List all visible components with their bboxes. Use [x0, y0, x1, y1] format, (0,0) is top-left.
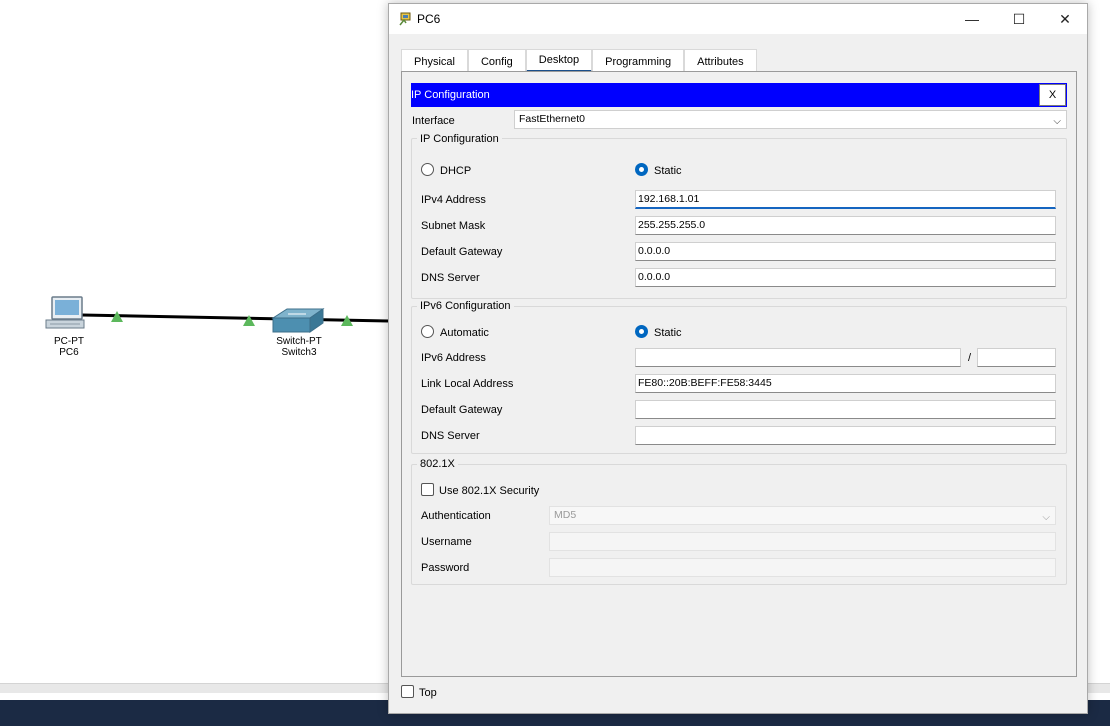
- use-8021x-label: Use 802.1X Security: [439, 485, 540, 497]
- title-bar[interactable]: PC6 — ☐ ✕: [389, 4, 1087, 34]
- password-label: Password: [421, 562, 470, 574]
- password-input[interactable]: [549, 558, 1056, 577]
- authentication-label: Authentication: [421, 510, 491, 522]
- desktop-panel: IP Configuration X Interface FastEtherne…: [401, 71, 1077, 677]
- link-local-input[interactable]: FE80::20B:BEFF:FE58:3445: [635, 374, 1056, 393]
- use-8021x-checkbox[interactable]: [421, 483, 434, 496]
- dhcp-radio[interactable]: [421, 163, 434, 176]
- pc6-window: PC6 — ☐ ✕ Physical Config Desktop Progra…: [388, 3, 1088, 714]
- ipv6-static-label: Static: [654, 327, 682, 339]
- link-local-label: Link Local Address: [421, 378, 514, 390]
- interface-value: FastEthernet0: [519, 113, 585, 125]
- ipv6-gateway-label: Default Gateway: [421, 404, 503, 416]
- chevron-down-icon: ⌵: [1053, 116, 1061, 127]
- ip-config-close-button[interactable]: X: [1039, 84, 1066, 106]
- interface-select[interactable]: FastEthernet0 ⌵: [514, 110, 1067, 129]
- subnet-mask-input[interactable]: 255.255.255.0: [635, 216, 1056, 235]
- dhcp-label: DHCP: [440, 165, 472, 177]
- ipv4-gateway-input[interactable]: 0.0.0.0: [635, 242, 1056, 261]
- close-icon: ✕: [1059, 10, 1071, 27]
- switch-icon: [271, 308, 325, 333]
- prefix-separator: /: [968, 352, 972, 364]
- ipv6-static-radio[interactable]: [635, 325, 648, 338]
- top-label: Top: [419, 687, 437, 699]
- ipv4-dns-input[interactable]: 0.0.0.0: [635, 268, 1056, 287]
- switch-name: Switch3: [281, 347, 317, 358]
- ipv4-address-input[interactable]: 192.168.1.01: [635, 190, 1056, 209]
- top-checkbox[interactable]: [401, 685, 414, 698]
- pc-label: PC-PT PC6: [46, 336, 92, 358]
- username-label: Username: [421, 536, 472, 548]
- tab-desktop[interactable]: Desktop: [525, 49, 593, 73]
- authentication-value: MD5: [554, 509, 577, 521]
- ipv6-address-input[interactable]: [635, 348, 961, 367]
- maximize-icon: ☐: [1012, 10, 1026, 27]
- authentication-select[interactable]: MD5 ⌵: [549, 506, 1056, 525]
- subnet-mask-label: Subnet Mask: [421, 220, 486, 232]
- ipv6-automatic-label: Automatic: [440, 327, 489, 339]
- switch-label: Switch-PT Switch3: [269, 336, 329, 358]
- tab-config[interactable]: Config: [467, 49, 526, 73]
- close-button[interactable]: ✕: [1042, 4, 1088, 34]
- maximize-button[interactable]: ☐: [996, 4, 1042, 34]
- tab-programming[interactable]: Programming: [592, 49, 685, 73]
- ipv4-dns-label: DNS Server: [421, 272, 480, 284]
- tab-attributes[interactable]: Attributes: [684, 49, 757, 73]
- chevron-down-icon: ⌵: [1042, 512, 1050, 523]
- dot1x-legend: 802.1X: [417, 458, 458, 470]
- ip-config-title: IP Configuration: [411, 89, 490, 101]
- interface-label: Interface: [412, 115, 455, 127]
- ipv6-automatic-radio[interactable]: [421, 325, 434, 338]
- ipv4-static-label: Static: [654, 165, 682, 177]
- ipv6-gateway-input[interactable]: [635, 400, 1056, 419]
- minimize-icon: —: [965, 11, 979, 27]
- ip-config-header: IP Configuration X: [411, 83, 1067, 107]
- ipv6-prefix-input[interactable]: [977, 348, 1056, 367]
- pc-type: PC-PT: [54, 336, 84, 347]
- link-indicator-switch-left: [243, 315, 255, 326]
- ipv4-static-radio[interactable]: [635, 163, 648, 176]
- ipv4-gateway-label: Default Gateway: [421, 246, 503, 258]
- minimize-button[interactable]: —: [949, 4, 995, 34]
- packet-tracer-icon: [399, 12, 411, 26]
- ipv6-legend: IPv6 Configuration: [417, 300, 514, 312]
- ipv4-address-label: IPv4 Address: [421, 194, 486, 206]
- tab-bar: Physical Config Desktop Programming Attr…: [401, 49, 757, 73]
- username-input[interactable]: [549, 532, 1056, 551]
- cable-link: [81, 313, 391, 323]
- pc-name: PC6: [59, 347, 79, 358]
- pc-icon: [45, 296, 85, 329]
- tab-physical[interactable]: Physical: [401, 49, 468, 73]
- window-title: PC6: [417, 12, 441, 26]
- ipv4-legend: IP Configuration: [417, 133, 502, 145]
- ipv6-dns-input[interactable]: [635, 426, 1056, 445]
- switch-type: Switch-PT: [276, 336, 322, 347]
- ipv6-dns-label: DNS Server: [421, 430, 480, 442]
- ipv6-address-label: IPv6 Address: [421, 352, 486, 364]
